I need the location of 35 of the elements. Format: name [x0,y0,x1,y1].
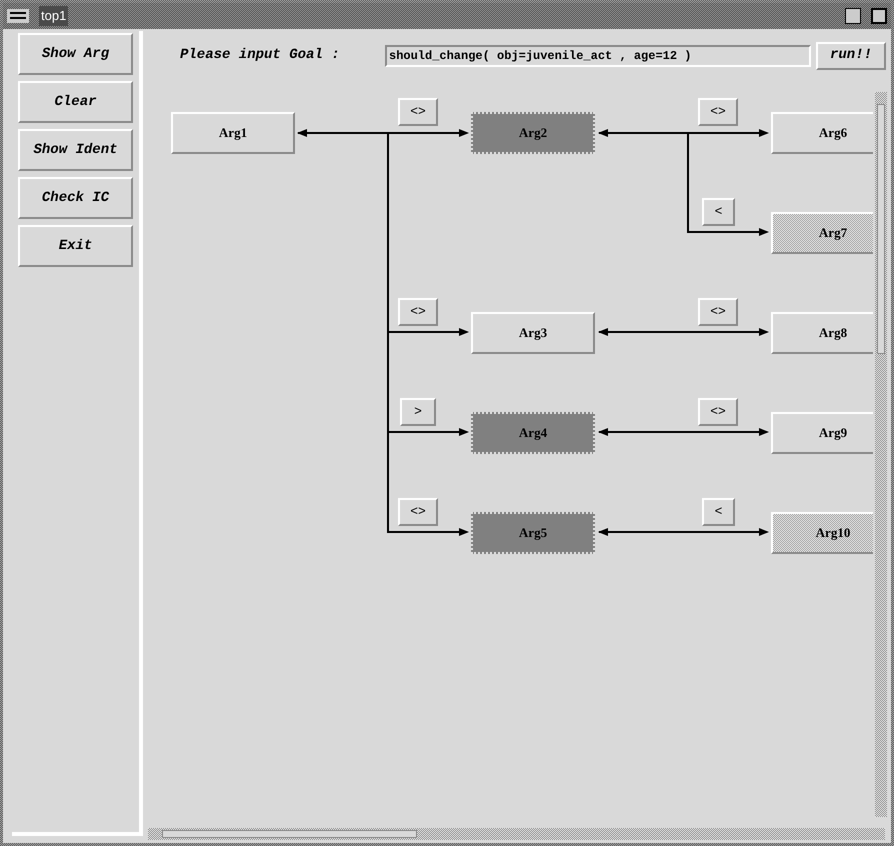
scrollbar-thumb[interactable] [877,104,885,354]
sidebar-button[interactable]: Clear [18,81,133,123]
goal-label: Please input Goal : [180,46,341,65]
argument-node[interactable]: Arg9 [771,412,873,454]
argument-node[interactable]: Arg4 [471,412,595,454]
minimize-button[interactable] [845,8,861,24]
relation-button[interactable]: > [400,398,436,426]
window-title: top1 [39,6,68,26]
argument-node[interactable]: Arg8 [771,312,873,354]
maximize-button[interactable] [871,8,887,24]
relation-button[interactable]: <> [398,98,438,126]
vertical-scrollbar[interactable] [875,92,887,817]
menu-icon[interactable] [7,9,29,23]
argument-node[interactable]: Arg10 [771,512,873,554]
argument-node[interactable]: Arg7 [771,212,873,254]
relation-button[interactable]: <> [698,98,738,126]
argument-node[interactable]: Arg2 [471,112,595,154]
relation-button[interactable]: < [702,198,735,226]
argument-node[interactable]: Arg1 [171,112,295,154]
relation-button[interactable]: <> [398,498,438,526]
argument-node[interactable]: Arg3 [471,312,595,354]
argument-node[interactable]: Arg5 [471,512,595,554]
relation-button[interactable]: <> [698,398,738,426]
relation-button[interactable]: <> [398,298,438,326]
run-button[interactable]: run!! [816,42,886,70]
sidebar-button[interactable]: Exit [18,225,133,267]
scrollbar-thumb[interactable] [162,830,417,838]
relation-button[interactable]: < [702,498,735,526]
sidebar-button[interactable]: Show Arg [18,33,133,75]
relation-button[interactable]: <> [698,298,738,326]
sidebar-button[interactable]: Check IC [18,177,133,219]
sidebar-button[interactable]: Show Ident [18,129,133,171]
argument-node[interactable]: Arg6 [771,112,873,154]
horizontal-scrollbar[interactable] [148,828,885,840]
goal-input-field[interactable]: should_change( obj=juvenile_act , age=12 ) [385,44,811,66]
